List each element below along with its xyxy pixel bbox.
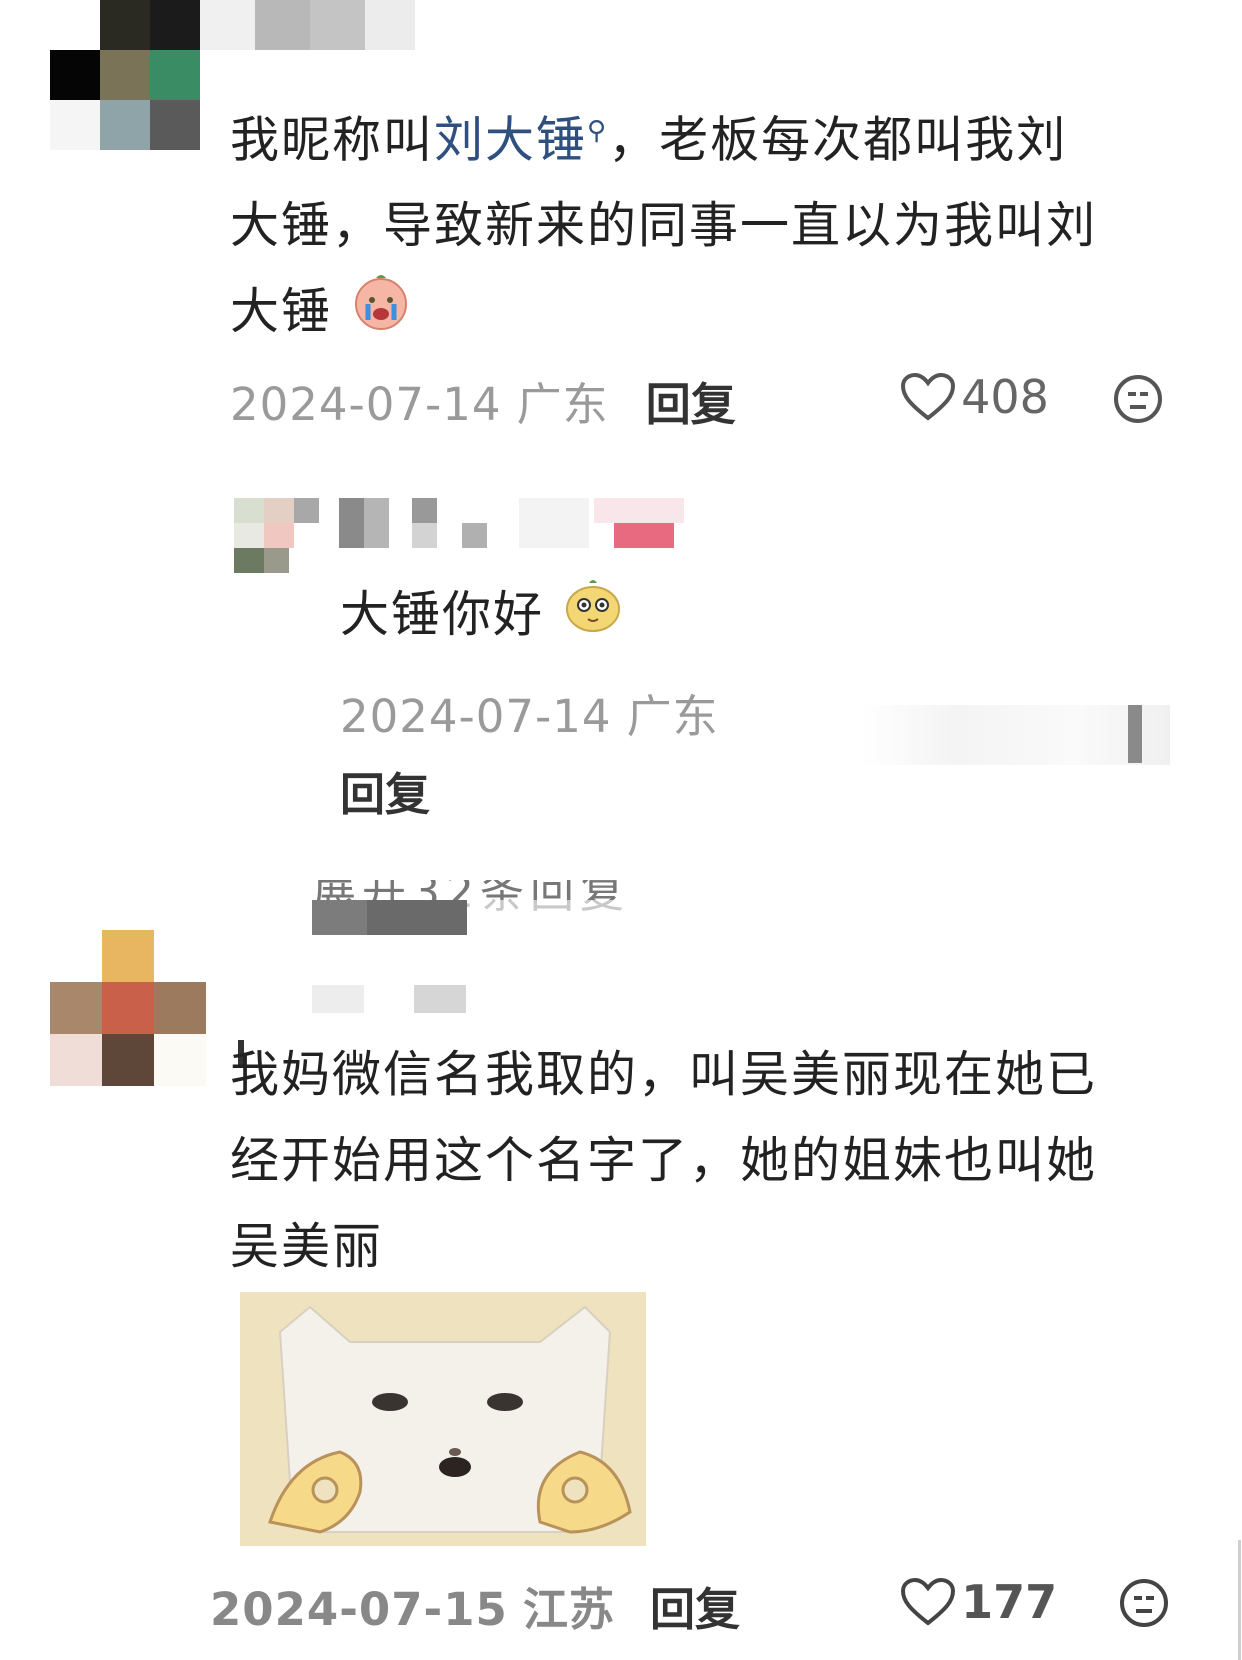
reply-text: 大锤你好 (340, 572, 624, 662)
like-count: 408 (961, 370, 1049, 424)
username-2-blurred[interactable] (312, 985, 472, 1013)
reply-like-blurred[interactable] (860, 705, 1170, 765)
comment-line-3: 大锤 (230, 269, 1190, 359)
cat-ok-sticker[interactable] (240, 1292, 646, 1546)
comment-2-location: 江苏 (522, 1583, 615, 1636)
avatar[interactable] (50, 0, 200, 150)
comment-2-date: 2024-07-15 (210, 1583, 508, 1636)
crying-face-icon (350, 270, 412, 359)
expand-replies[interactable]: 展开32条回复 (312, 880, 652, 935)
cute-face-icon (562, 573, 624, 662)
comment-date: 2024-07-14 (230, 378, 502, 431)
avatar-2[interactable] (50, 930, 244, 1090)
dislike-button-2[interactable] (1118, 1577, 1170, 1633)
reply-date: 2024-07-14 (340, 690, 612, 743)
comment-line-2: 大锤，导致新来的同事一直以为我叫刘 (230, 197, 1098, 255)
reply-button[interactable]: 回复 (646, 378, 736, 431)
heart-icon (900, 372, 956, 421)
reply-reply-button[interactable]: 回复 (340, 758, 430, 823)
comment-2-line-3: 吴美丽 (230, 1218, 384, 1275)
reply-button-2[interactable]: 回复 (650, 1583, 740, 1636)
search-icon: ⚲ (587, 116, 609, 146)
comment-location: 广东 (516, 378, 609, 431)
meh-face-icon (1120, 1579, 1168, 1627)
reply-meta: 2024-07-14 广东 (340, 680, 719, 745)
mention-link[interactable]: 刘大锤 (434, 111, 587, 168)
comment-text: 我昵称叫刘大锤⚲，老板每次都叫我刘 大锤，导致新来的同事一直以为我叫刘 大锤 (230, 88, 1190, 359)
comment-2-text: 我妈微信名我取的，叫吴美丽现在她已 经开始用这个名字了，她的姐妹也叫她 吴美丽 (230, 1032, 1210, 1290)
blur-mark (1128, 705, 1142, 763)
comment-2-line-2: 经开始用这个名字了，她的姐妹也叫她 (230, 1132, 1098, 1189)
dislike-button[interactable] (1112, 373, 1164, 429)
heart-icon (900, 1577, 956, 1626)
reply-location: 广东 (626, 690, 719, 743)
like-button[interactable]: 408 (900, 370, 1049, 430)
comment-line-1: 我昵称叫刘大锤⚲，老板每次都叫我刘 (230, 111, 1068, 169)
username-blurred[interactable] (200, 0, 415, 50)
like-count-2: 177 (961, 1575, 1058, 1629)
right-edge-divider (1238, 1540, 1241, 1660)
comment-2-line-1: 我妈微信名我取的，叫吴美丽现在她已 (230, 1046, 1098, 1103)
meh-face-icon (1114, 375, 1162, 423)
reply-avatar-blurred[interactable] (234, 498, 704, 578)
like-button-2[interactable]: 177 (900, 1575, 1057, 1635)
